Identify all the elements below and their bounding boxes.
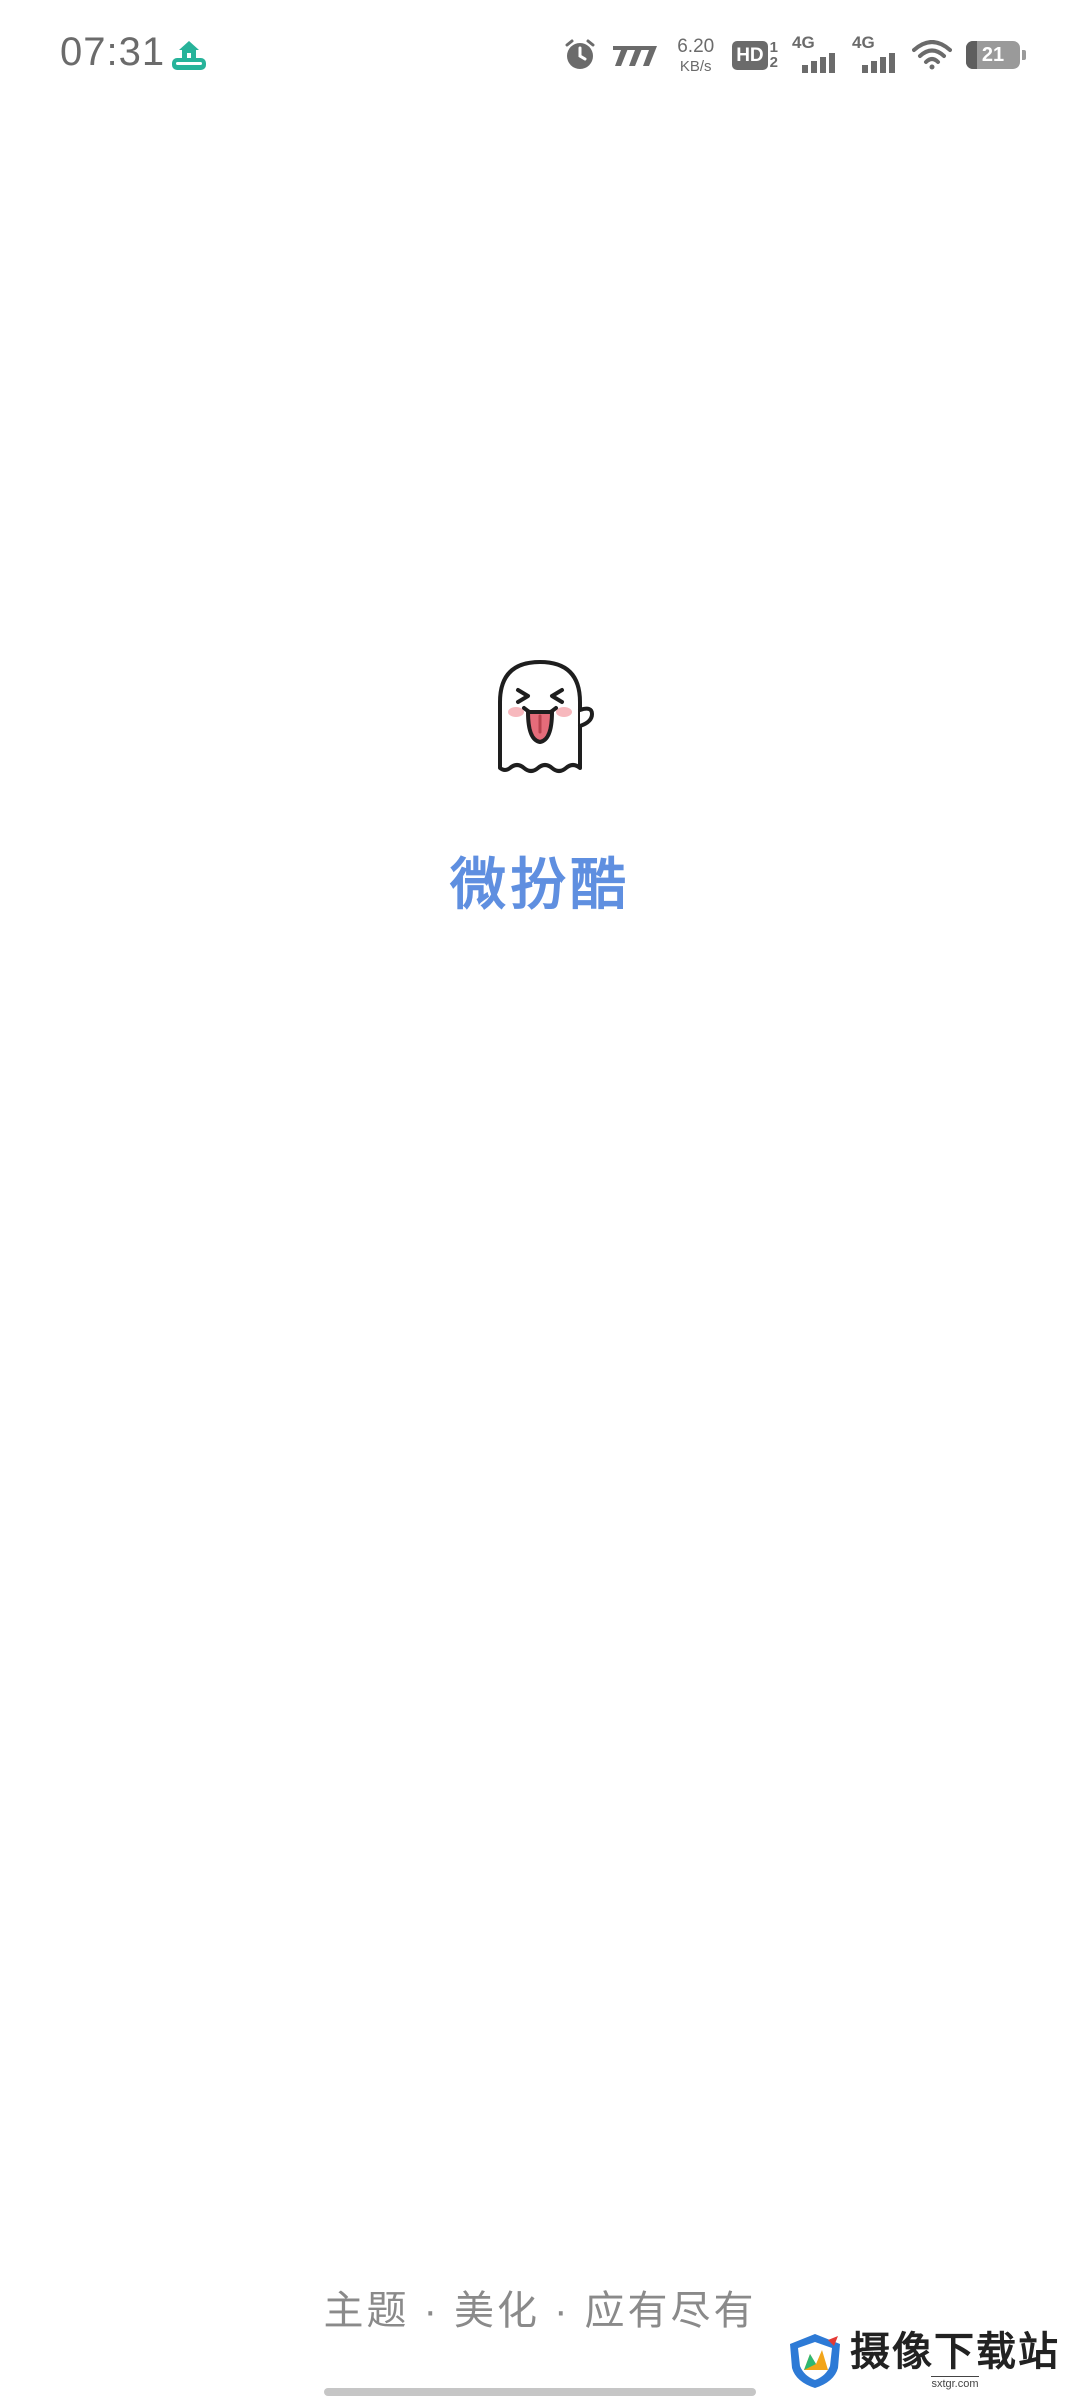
hd-sim1: 1 [769,39,778,56]
signal-bars-icon [802,53,835,73]
hd-sim2: 2 [769,54,778,71]
watermark-text: 摄像下载站 sxtgr.com [850,2332,1060,2390]
watermark-logo [790,2334,840,2388]
battery-level-text: 21 [981,43,1005,66]
watermark-name: 摄像下载站 [850,2330,1060,2374]
hd-voice-badge: HD 1 2 [732,40,778,70]
network-speed: 6.20 KB/s [677,37,714,74]
watermark: 摄像下载站 sxtgr.com [788,2330,1060,2392]
alarm-icon [565,39,595,69]
hd-label: HD [732,40,768,70]
battery-level-fill [966,41,978,69]
splash-screen: 07:31 6.20 KB/s HD 1 2 4G 4G 21 微扮酷 主题 ·… [0,0,1080,2400]
status-bar: 07:31 6.20 KB/s HD 1 2 4G 4G 21 [0,0,1080,110]
nfc-icon [613,46,658,66]
status-time: 07:31 [60,30,166,74]
network-speed-value: 6.20 [677,35,715,57]
signal-sim2: 4G [852,33,898,75]
home-app-icon [172,41,206,70]
wifi-icon [912,40,952,70]
signal-sim1: 4G [792,33,838,75]
slogan-text: 主题 · 美化 · 应有尽有 [323,2289,757,2333]
network-speed-unit: KB/s [679,57,712,75]
status-icons: 6.20 KB/s HD 1 2 4G 4G 21 [563,30,1026,80]
signal-bars-icon [862,53,895,73]
watermark-url: sxtgr.com [931,2376,979,2390]
app-name: 微扮酷 [450,853,630,916]
hd-sim-numbers: 1 2 [770,40,778,70]
ghost-logo [498,660,595,773]
battery-icon: 21 [966,41,1026,69]
home-indicator-bar[interactable] [324,2388,756,2396]
